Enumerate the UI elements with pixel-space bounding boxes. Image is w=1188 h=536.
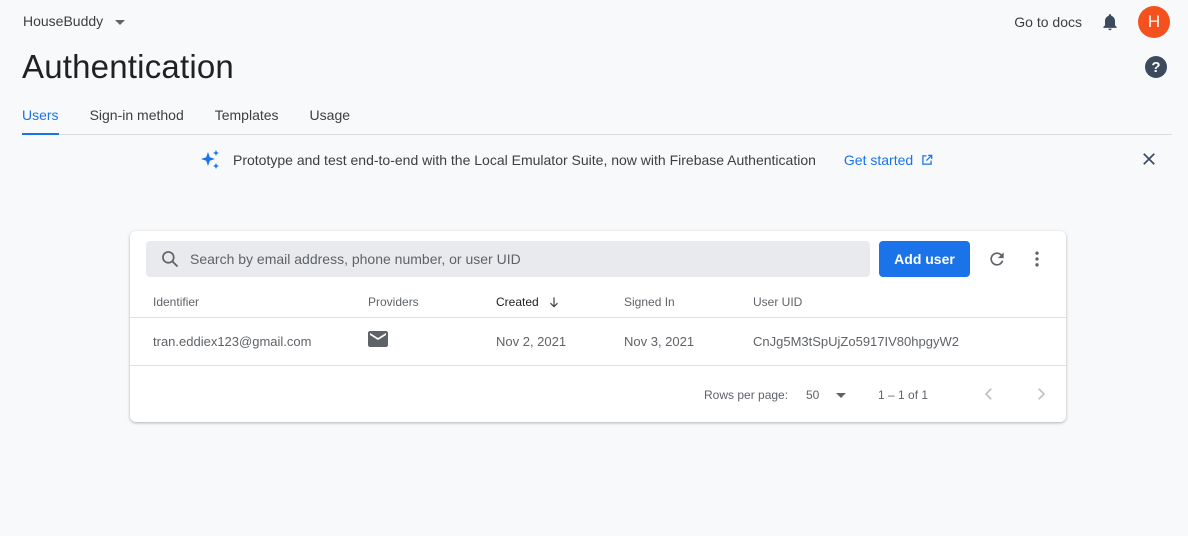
emulator-banner: Prototype and test end-to-end with the L… xyxy=(198,148,934,172)
search-icon xyxy=(162,251,179,268)
arrow-down-icon xyxy=(549,297,558,308)
column-signed-in[interactable]: Signed In xyxy=(624,295,675,309)
bell-icon[interactable] xyxy=(1100,12,1120,32)
search-bar[interactable] xyxy=(146,241,870,277)
go-to-docs-link[interactable]: Go to docs xyxy=(1014,14,1082,30)
tab-bar: Users Sign-in method Templates Usage xyxy=(22,98,1172,135)
tab-users[interactable]: Users xyxy=(22,98,59,135)
rows-per-page-label: Rows per page: xyxy=(704,388,789,402)
mail-icon xyxy=(368,331,388,347)
top-actions: Go to docs H xyxy=(1014,6,1170,38)
tab-templates[interactable]: Templates xyxy=(215,98,279,134)
banner-text: Prototype and test end-to-end with the L… xyxy=(233,152,816,168)
help-icon[interactable]: ? xyxy=(1145,56,1167,78)
open-in-new-icon xyxy=(922,154,933,165)
chevron-left-icon[interactable] xyxy=(980,385,998,403)
project-selector[interactable]: HouseBuddy xyxy=(23,13,126,29)
cell-signed-in: Nov 3, 2021 xyxy=(624,334,695,349)
avatar[interactable]: H xyxy=(1138,6,1170,38)
more-vert-icon[interactable] xyxy=(1027,249,1047,269)
column-created[interactable]: Created xyxy=(496,295,561,309)
refresh-icon[interactable] xyxy=(987,249,1007,269)
add-user-button[interactable]: Add user xyxy=(879,241,970,277)
project-name: HouseBuddy xyxy=(23,13,104,29)
chevron-down-icon xyxy=(836,392,847,398)
rows-per-page-select[interactable]: 50 xyxy=(806,388,847,402)
get-started-label: Get started xyxy=(843,152,914,168)
sparkle-icon xyxy=(201,150,219,169)
close-icon[interactable] xyxy=(1140,150,1158,168)
column-identifier[interactable]: Identifier xyxy=(153,295,199,309)
tab-usage[interactable]: Usage xyxy=(310,98,350,134)
users-card: Add user Identifier Providers Created Si… xyxy=(130,231,1066,422)
chevron-down-icon xyxy=(115,19,126,25)
table-row[interactable]: tran.eddiex123@gmail.com Nov 2, 2021 Nov… xyxy=(130,318,1066,366)
table-header: Identifier Providers Created Signed In U… xyxy=(130,287,1066,318)
tab-sign-in-method[interactable]: Sign-in method xyxy=(90,98,184,134)
table-pagination: Rows per page: 50 1 – 1 of 1 xyxy=(130,366,1066,422)
search-input[interactable] xyxy=(190,251,870,267)
column-user-uid[interactable]: User UID xyxy=(753,295,802,309)
auth-page: HouseBuddy Go to docs H Authentication ?… xyxy=(0,0,1188,536)
cell-identifier: tran.eddiex123@gmail.com xyxy=(153,334,312,349)
rows-per-page-value: 50 xyxy=(806,388,820,402)
cell-user-uid: CnJg5M3tSpUjZo5917IV80hpgyW2 xyxy=(753,334,959,349)
page-title: Authentication xyxy=(22,48,234,85)
get-started-link[interactable]: Get started xyxy=(844,152,934,168)
cell-created: Nov 2, 2021 xyxy=(496,334,567,349)
column-created-label: Created xyxy=(496,295,539,309)
chevron-right-icon[interactable] xyxy=(1032,385,1050,403)
page-range: 1 – 1 of 1 xyxy=(878,388,929,402)
column-providers[interactable]: Providers xyxy=(368,295,419,309)
